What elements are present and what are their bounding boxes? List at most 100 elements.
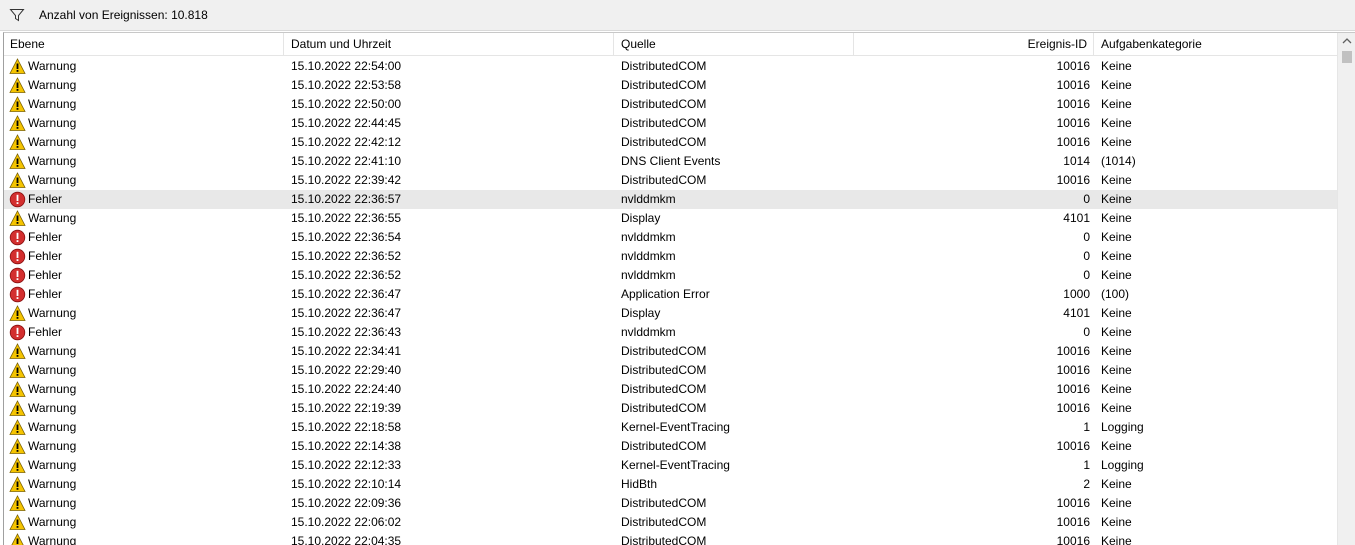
table-row[interactable]: Fehler 15.10.2022 22:36:47 Application Err…: [4, 285, 1337, 304]
table-row[interactable]: Fehler 15.10.2022 22:36:57 nvlddmkm 0 Keine: [4, 190, 1337, 209]
cell-source: DistributedCOM: [621, 496, 707, 510]
column-header-event-id[interactable]: Ereignis-ID: [854, 33, 1094, 56]
level-text: Fehler: [28, 249, 63, 263]
cell-category: Keine: [1101, 211, 1132, 225]
cell-category: Keine: [1101, 116, 1132, 130]
cell-source: DistributedCOM: [621, 534, 707, 545]
level-text: Fehler: [28, 230, 63, 244]
cell-source: nvlddmkm: [621, 192, 676, 206]
cell-event-id: 10016: [1056, 135, 1090, 149]
cell-source: HidBth: [621, 477, 658, 491]
cell-category: Logging: [1101, 458, 1144, 472]
level-text: Warnung: [28, 344, 77, 358]
table-row[interactable]: Warnung 15.10.2022 22:42:12 DistributedCOM…: [4, 133, 1337, 152]
cell-source: nvlddmkm: [621, 268, 676, 282]
event-list: Ebene Datum und Uhrzeit Quelle Ereignis-…: [3, 32, 1355, 545]
cell-event-id: 10016: [1056, 344, 1090, 358]
cell-event-id: 0: [1083, 192, 1090, 206]
column-header-source[interactable]: Quelle: [614, 33, 854, 56]
cell-source: DistributedCOM: [621, 363, 707, 377]
cell-event-id: 4101: [1063, 306, 1090, 320]
cell-category: (1014): [1101, 154, 1136, 168]
cell-level: Warnung: [9, 437, 279, 456]
cell-date: 15.10.2022 22:50:00: [291, 97, 402, 111]
warning-icon: [9, 115, 26, 132]
cell-source: DistributedCOM: [621, 344, 707, 358]
cell-level: Warnung: [9, 399, 279, 418]
cell-category: Keine: [1101, 306, 1132, 320]
cell-date: 15.10.2022 22:36:47: [291, 306, 402, 320]
level-text: Fehler: [28, 325, 63, 339]
cell-event-id: 4101: [1063, 211, 1090, 225]
cell-category: Keine: [1101, 135, 1132, 149]
table-row[interactable]: Warnung 15.10.2022 22:24:40 DistributedCOM…: [4, 380, 1337, 399]
table-row[interactable]: Warnung 15.10.2022 22:18:58 Kernel-EventTr…: [4, 418, 1337, 437]
table-row[interactable]: Warnung 15.10.2022 22:34:41 DistributedCOM…: [4, 342, 1337, 361]
cell-category: Keine: [1101, 59, 1132, 73]
table-row[interactable]: Fehler 15.10.2022 22:36:52 nvlddmkm 0 Keine: [4, 266, 1337, 285]
cell-level: Warnung: [9, 171, 279, 190]
column-header-level[interactable]: Ebene: [4, 33, 284, 56]
cell-event-id: 0: [1083, 230, 1090, 244]
table-row[interactable]: Warnung 15.10.2022 22:36:55 Display 4101 Kei…: [4, 209, 1337, 228]
table-row[interactable]: Warnung 15.10.2022 22:39:42 DistributedCOM…: [4, 171, 1337, 190]
table-row[interactable]: Warnung 15.10.2022 22:09:36 DistributedCOM…: [4, 494, 1337, 513]
table-row[interactable]: Fehler 15.10.2022 22:36:54 nvlddmkm 0 Keine: [4, 228, 1337, 247]
cell-category: Keine: [1101, 477, 1132, 491]
cell-source: DistributedCOM: [621, 78, 707, 92]
table-row[interactable]: Warnung 15.10.2022 22:36:47 Display 4101 Kei…: [4, 304, 1337, 323]
filter-funnel-icon[interactable]: [9, 7, 25, 23]
cell-source: DistributedCOM: [621, 173, 707, 187]
cell-date: 15.10.2022 22:14:38: [291, 439, 402, 453]
cell-level: Warnung: [9, 380, 279, 399]
level-text: Warnung: [28, 496, 77, 510]
cell-date: 15.10.2022 22:54:00: [291, 59, 402, 73]
table-row[interactable]: Warnung 15.10.2022 22:04:35 DistributedCOM…: [4, 532, 1337, 545]
cell-date: 15.10.2022 22:39:42: [291, 173, 402, 187]
cell-level: Warnung: [9, 76, 279, 95]
table-row[interactable]: Warnung 15.10.2022 22:12:33 Kernel-EventTr…: [4, 456, 1337, 475]
cell-event-id: 10016: [1056, 363, 1090, 377]
event-count-text: Anzahl von Ereignissen: 10.818: [39, 8, 208, 22]
table-row[interactable]: Warnung 15.10.2022 22:19:39 DistributedCOM…: [4, 399, 1337, 418]
warning-icon: [9, 419, 26, 436]
level-text: Fehler: [28, 192, 63, 206]
cell-category: Keine: [1101, 192, 1132, 206]
cell-level: Fehler: [9, 285, 279, 304]
table-row[interactable]: Warnung 15.10.2022 22:41:10 DNS Client Eve…: [4, 152, 1337, 171]
table-row[interactable]: Warnung 15.10.2022 22:54:00 DistributedCOM…: [4, 57, 1337, 76]
level-text: Warnung: [28, 78, 77, 92]
scroll-up-arrow-icon[interactable]: [1338, 33, 1355, 50]
cell-category: Keine: [1101, 382, 1132, 396]
column-header-category[interactable]: Aufgabenkategorie: [1094, 33, 1337, 56]
cell-source: DNS Client Events: [621, 154, 721, 168]
table-row[interactable]: Warnung 15.10.2022 22:06:02 DistributedCOM…: [4, 513, 1337, 532]
cell-date: 15.10.2022 22:36:57: [291, 192, 402, 206]
cell-date: 15.10.2022 22:18:58: [291, 420, 402, 434]
column-header-date[interactable]: Datum und Uhrzeit: [284, 33, 614, 56]
cell-level: Warnung: [9, 152, 279, 171]
level-text: Warnung: [28, 439, 77, 453]
vertical-scrollbar[interactable]: [1337, 33, 1355, 545]
level-text: Warnung: [28, 515, 77, 529]
warning-icon: [9, 400, 26, 417]
table-row[interactable]: Warnung 15.10.2022 22:53:58 DistributedCOM…: [4, 76, 1337, 95]
table-row[interactable]: Warnung 15.10.2022 22:44:45 DistributedCOM…: [4, 114, 1337, 133]
cell-level: Warnung: [9, 133, 279, 152]
cell-source: DistributedCOM: [621, 401, 707, 415]
warning-icon: [9, 343, 26, 360]
cell-source: DistributedCOM: [621, 439, 707, 453]
filter-bar: Anzahl von Ereignissen: 10.818: [0, 0, 1355, 31]
scrollbar-thumb[interactable]: [1342, 51, 1352, 63]
table-row[interactable]: Fehler 15.10.2022 22:36:43 nvlddmkm 0 Keine: [4, 323, 1337, 342]
table-row[interactable]: Fehler 15.10.2022 22:36:52 nvlddmkm 0 Keine: [4, 247, 1337, 266]
cell-event-id: 10016: [1056, 515, 1090, 529]
cell-event-id: 10016: [1056, 97, 1090, 111]
cell-date: 15.10.2022 22:53:58: [291, 78, 402, 92]
table-row[interactable]: Warnung 15.10.2022 22:10:14 HidBth 2 Keine: [4, 475, 1337, 494]
table-row[interactable]: Warnung 15.10.2022 22:29:40 DistributedCOM…: [4, 361, 1337, 380]
table-row[interactable]: Warnung 15.10.2022 22:14:38 DistributedCOM…: [4, 437, 1337, 456]
cell-category: Keine: [1101, 230, 1132, 244]
warning-icon: [9, 495, 26, 512]
table-row[interactable]: Warnung 15.10.2022 22:50:00 DistributedCOM…: [4, 95, 1337, 114]
